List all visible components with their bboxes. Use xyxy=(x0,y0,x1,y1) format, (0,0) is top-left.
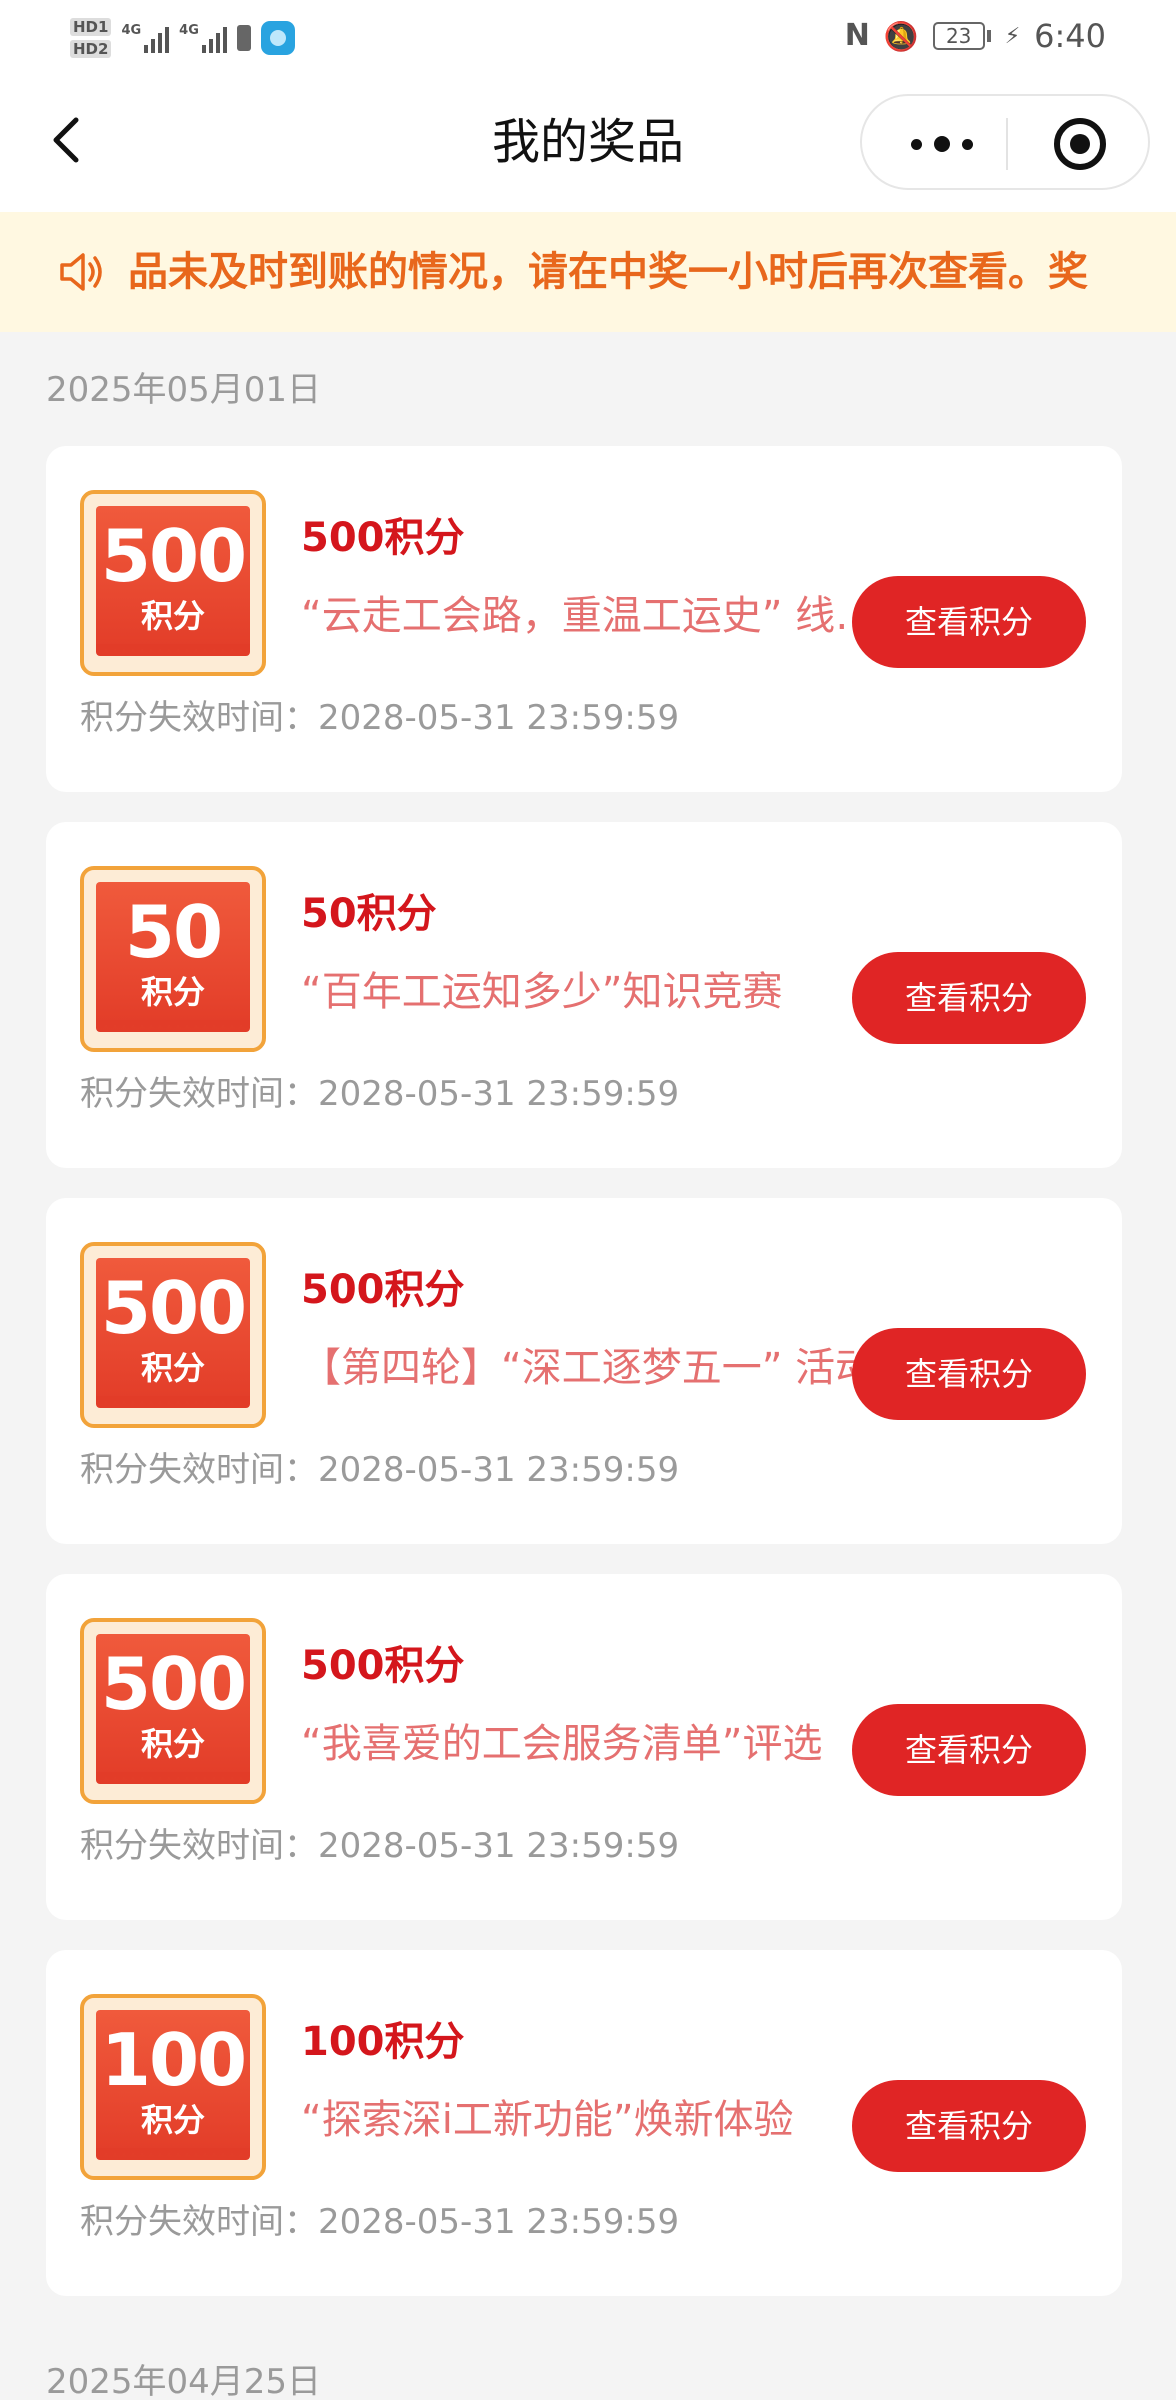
expire-info: 积分失效时间：2028-05-31 23:59:59 xyxy=(80,1072,679,1116)
charging-icon: ⚡ xyxy=(1004,23,1021,49)
ticket-edge-icon xyxy=(96,1772,250,1780)
prize-title: 500积分 xyxy=(301,1267,465,1313)
prize-card: 100 积分 100积分 “探索深i工新功能”焕新体验 查看积分 积分失效时间：… xyxy=(46,1950,1122,2296)
expire-time: 2028-05-31 23:59:59 xyxy=(318,2202,680,2242)
badge-unit: 积分 xyxy=(140,1725,205,1763)
prize-description: “百年工运知多少”知识竞赛 xyxy=(301,969,783,1015)
badge-unit: 积分 xyxy=(140,2101,205,2139)
expire-label: 积分失效时间： xyxy=(80,1074,318,1114)
prize-title: 100积分 xyxy=(301,2019,465,2065)
badge-value: 50 xyxy=(124,890,223,974)
status-bar: HD1 HD2 4G 4G N 🔕 23 ⚡ 6:40 xyxy=(0,0,1176,70)
points-badge: 500 积分 xyxy=(80,490,266,676)
badge-unit: 积分 xyxy=(140,597,205,635)
view-points-button[interactable]: 查看积分 xyxy=(852,2080,1086,2172)
view-points-button[interactable]: 查看积分 xyxy=(852,1328,1086,1420)
hd1-indicator: HD1 xyxy=(70,18,112,36)
more-icon[interactable] xyxy=(902,124,982,164)
expire-info: 积分失效时间：2028-05-31 23:59:59 xyxy=(80,1448,679,1492)
battery-level: 23 xyxy=(932,22,985,50)
expire-time: 2028-05-31 23:59:59 xyxy=(318,1450,680,1490)
app-notification-icon xyxy=(260,21,295,55)
muted-bell-icon: 🔕 xyxy=(883,19,919,53)
prize-description: “云走工会路，重温工运史” 线上答题 xyxy=(301,593,889,639)
expire-time: 2028-05-31 23:59:59 xyxy=(318,698,680,738)
expire-label: 积分失效时间： xyxy=(80,2202,318,2242)
hd2-indicator: HD2 xyxy=(70,40,112,58)
title-bar: 我的奖品 xyxy=(0,70,1176,212)
date-label: 2025年04月25日 xyxy=(46,2362,322,2400)
battery-saver-icon xyxy=(236,25,251,51)
expire-info: 积分失效时间：2028-05-31 23:59:59 xyxy=(80,2200,679,2244)
target-icon[interactable] xyxy=(1054,118,1106,170)
points-badge: 50 积分 xyxy=(80,866,266,1052)
expire-time: 2028-05-31 23:59:59 xyxy=(318,1826,680,1866)
prize-card: 500 积分 500积分 “我喜爱的工会服务清单”评选 查看积分 积分失效时间：… xyxy=(46,1574,1122,1920)
badge-value: 500 xyxy=(100,1266,247,1350)
points-badge: 500 积分 xyxy=(80,1618,266,1804)
sim2-label: 4G xyxy=(179,23,199,38)
prize-title: 500积分 xyxy=(301,515,465,561)
expire-info: 积分失效时间：2028-05-31 23:59:59 xyxy=(80,1824,679,1868)
signal-icon: 4G xyxy=(179,23,227,53)
view-points-button[interactable]: 查看积分 xyxy=(852,952,1086,1044)
status-left: HD1 HD2 4G 4G xyxy=(70,10,295,66)
clock: 6:40 xyxy=(1034,17,1106,55)
prize-description: 【第四轮】“深工逐梦五一” 活动 xyxy=(301,1345,876,1391)
view-points-button[interactable]: 查看积分 xyxy=(852,1704,1086,1796)
status-right: N 🔕 23 ⚡ 6:40 xyxy=(845,14,1106,58)
prize-description: “探索深i工新功能”焕新体验 xyxy=(301,2097,794,2143)
expire-time: 2028-05-31 23:59:59 xyxy=(318,1074,680,1114)
expire-label: 积分失效时间： xyxy=(80,698,318,738)
badge-value: 100 xyxy=(100,2018,247,2102)
ticket-edge-icon xyxy=(96,644,250,652)
view-points-button[interactable]: 查看积分 xyxy=(852,576,1086,668)
prize-card: 500 积分 500积分 “云走工会路，重温工运史” 线上答题 查看积分 积分失… xyxy=(46,446,1122,792)
capsule-divider xyxy=(1006,118,1008,170)
prize-title: 50积分 xyxy=(301,891,437,937)
battery-icon: 23 xyxy=(932,22,991,50)
badge-value: 500 xyxy=(100,514,247,598)
page: HD1 HD2 4G 4G N 🔕 23 ⚡ 6:40 我的奖品 品未及时到账的… xyxy=(0,0,1176,2400)
badge-unit: 积分 xyxy=(140,1349,205,1387)
ticket-edge-icon xyxy=(96,2148,250,2156)
signal-icon: 4G xyxy=(121,23,170,53)
prize-title: 500积分 xyxy=(301,1643,465,1689)
prize-card: 500 积分 500积分 【第四轮】“深工逐梦五一” 活动 查看积分 积分失效时… xyxy=(46,1198,1122,1544)
badge-value: 500 xyxy=(100,1642,247,1726)
prize-description: “我喜爱的工会服务清单”评选 xyxy=(301,1721,823,1767)
date-label: 2025年05月01日 xyxy=(46,370,322,410)
sim1-label: 4G xyxy=(121,23,142,38)
nfc-icon: N xyxy=(844,18,870,53)
prize-card: 50 积分 50积分 “百年工运知多少”知识竞赛 查看积分 积分失效时间：202… xyxy=(46,822,1122,1168)
mini-program-capsule xyxy=(860,94,1150,190)
points-badge: 500 积分 xyxy=(80,1242,266,1428)
expire-label: 积分失效时间： xyxy=(80,1826,318,1866)
expire-label: 积分失效时间： xyxy=(80,1450,318,1490)
notice-text: 品未及时到账的情况，请在中奖一小时后再次查看。奖 xyxy=(128,249,1088,295)
expire-info: 积分失效时间：2028-05-31 23:59:59 xyxy=(80,696,679,740)
notice-bar: 品未及时到账的情况，请在中奖一小时后再次查看。奖 xyxy=(0,212,1176,332)
badge-unit: 积分 xyxy=(140,973,205,1011)
points-badge: 100 积分 xyxy=(80,1994,266,2180)
speaker-icon xyxy=(60,253,102,291)
ticket-edge-icon xyxy=(96,1020,250,1028)
ticket-edge-icon xyxy=(96,1396,250,1404)
